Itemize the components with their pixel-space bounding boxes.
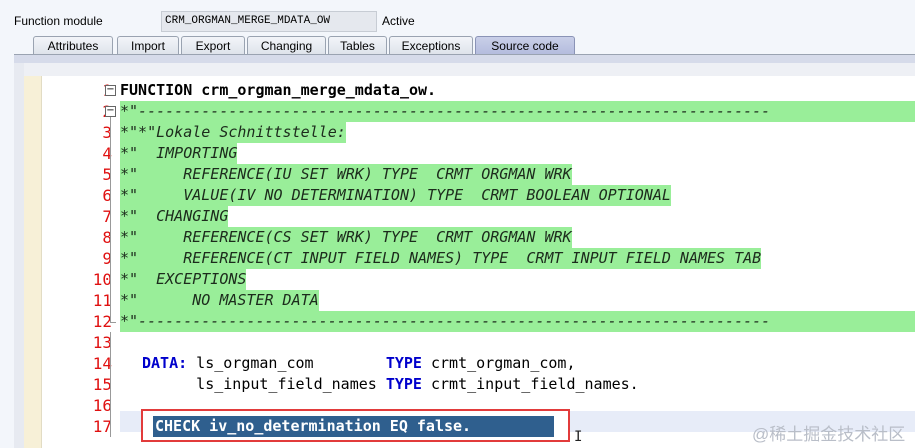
comment-text: *" REFERENCE(CS SET WRK) TYPE CRMT ORGMA… (120, 227, 572, 248)
comment-text: *" REFERENCE(CT INPUT FIELD NAMES) TYPE … (120, 248, 762, 269)
collapse-icon[interactable]: − (105, 106, 116, 117)
fold-guide (110, 164, 111, 185)
tab-import[interactable]: Import (117, 36, 179, 55)
code-line[interactable]: 14 DATA: ls_orgman_com TYPE crmt_orgman_c… (24, 353, 915, 374)
identifier: ls_input_field_names (142, 375, 386, 393)
comment-text: *"--------------------------------------… (120, 101, 915, 122)
line-number: 3 (102, 123, 112, 142)
fold-guide (110, 185, 111, 206)
line-number: 1 (42, 80, 112, 101)
status-text: Active (382, 14, 415, 28)
identifier: crmt_input_field_names. (421, 375, 639, 393)
line-number: 15 (92, 375, 112, 394)
source-code-editor[interactable]: 1−FUNCTION crm_orgman_merge_mdata_ow.2−*… (24, 76, 915, 448)
keyword: DATA: (142, 354, 188, 372)
code-lines: 1−FUNCTION crm_orgman_merge_mdata_ow.2−*… (24, 80, 915, 437)
fold-guide (110, 374, 111, 395)
code-line[interactable]: 4 *" IMPORTING (24, 143, 915, 164)
code-line[interactable]: 11 *" NO MASTER DATA (24, 290, 915, 311)
line-number: 17 (92, 417, 112, 436)
tab-attributes[interactable]: Attributes (33, 36, 113, 55)
comment-text: *" VALUE(IV NO DETERMINATION) TYPE CRMT … (120, 185, 671, 206)
line-number: 12 (92, 312, 112, 331)
fold-guide (110, 227, 111, 248)
identifier: ls_orgman_com (187, 354, 386, 372)
comment-text: *" REFERENCE(IU SET WRK) TYPE CRMT ORGMA… (120, 164, 572, 185)
comment-text: *"--------------------------------------… (120, 311, 915, 332)
fold-guide (110, 290, 111, 311)
line-number: 6 (102, 186, 112, 205)
tab-strip: Attributes Import Export Changing Tables… (0, 36, 915, 55)
code-text: ls_input_field_names TYPE crmt_input_fie… (142, 374, 639, 395)
line-number: 4 (102, 144, 112, 163)
fold-guide (110, 332, 111, 353)
tab-tables[interactable]: Tables (328, 36, 387, 55)
function-module-field[interactable]: CRM_ORGMAN_MERGE_MDATA_OW (161, 11, 377, 32)
function-module-label: Function module (14, 14, 103, 28)
code-line[interactable]: 15 ls_input_field_names TYPE crmt_input_… (24, 374, 915, 395)
code-text: FUNCTION crm_orgman_merge_mdata_ow. (120, 81, 437, 99)
code-line[interactable]: 12 *"------------------------------------… (24, 311, 915, 332)
identifier: crmt_orgman_com, (421, 354, 576, 372)
tab-exceptions[interactable]: Exceptions (389, 36, 473, 55)
fold-guide (110, 311, 111, 322)
text-cursor-icon: I (574, 429, 583, 445)
header-bar: Function module CRM_ORGMAN_MERGE_MDATA_O… (0, 0, 915, 36)
line-number: 11 (92, 291, 112, 310)
code-text: DATA: ls_orgman_com TYPE crmt_orgman_com… (142, 353, 576, 374)
line-number: 8 (102, 228, 112, 247)
code-line[interactable]: 8 *" REFERENCE(CS SET WRK) TYPE CRMT ORGM… (24, 227, 915, 248)
highlighted-statement-box: CHECK iv_no_determination EQ false. (141, 409, 570, 442)
code-line[interactable]: 13 (24, 332, 915, 353)
tab-changing[interactable]: Changing (247, 36, 326, 55)
fold-guide (110, 122, 111, 143)
line-number: 5 (102, 165, 112, 184)
code-line[interactable]: 5 *" REFERENCE(IU SET WRK) TYPE CRMT ORGM… (24, 164, 915, 185)
comment-text: *"*"Lokale Schnittstelle: (120, 122, 346, 143)
line-number: 10 (92, 270, 112, 289)
code-line[interactable]: 6 *" VALUE(IV NO DETERMINATION) TYPE CRMT… (24, 185, 915, 206)
code-line[interactable]: 10 *" EXCEPTIONS (24, 269, 915, 290)
comment-text: *" CHANGING (120, 206, 229, 227)
line-number: 9 (102, 249, 112, 268)
keyword: TYPE (385, 354, 422, 372)
comment-text: *" NO MASTER DATA (120, 290, 319, 311)
selected-check-statement[interactable]: CHECK iv_no_determination EQ false. (153, 416, 554, 437)
editor-left-strip (14, 63, 24, 448)
tab-panel-header (14, 55, 915, 63)
editor-top-strip (14, 63, 915, 76)
fold-guide-end (110, 322, 116, 323)
code-line[interactable]: 2−*"------------------------------------… (24, 101, 915, 122)
fold-guide (110, 416, 111, 437)
line-number: 14 (92, 354, 112, 373)
fold-guide (110, 143, 111, 164)
line-number: 2 (42, 101, 112, 122)
code-line[interactable]: 1−FUNCTION crm_orgman_merge_mdata_ow. (24, 80, 915, 101)
line-number: 13 (92, 333, 112, 352)
code-line[interactable]: 3 *"*"Lokale Schnittstelle: (24, 122, 915, 143)
code-line[interactable]: 9 *" REFERENCE(CT INPUT FIELD NAMES) TYPE… (24, 248, 915, 269)
tab-export[interactable]: Export (181, 36, 245, 55)
keyword: TYPE (385, 375, 422, 393)
comment-text: *" EXCEPTIONS (120, 269, 247, 290)
line-number: 16 (92, 396, 112, 415)
code-line[interactable]: 7 *" CHANGING (24, 206, 915, 227)
line-number: 7 (102, 207, 112, 226)
collapse-icon[interactable]: − (105, 85, 116, 96)
fold-guide (110, 353, 111, 374)
comment-text: *" IMPORTING (120, 143, 238, 164)
fold-guide (110, 248, 111, 269)
fold-guide (110, 269, 111, 290)
fold-guide (110, 395, 111, 416)
tab-source-code[interactable]: Source code (475, 36, 575, 55)
watermark: @稀土掘金技术社区 (752, 425, 906, 444)
fold-guide (110, 206, 111, 227)
